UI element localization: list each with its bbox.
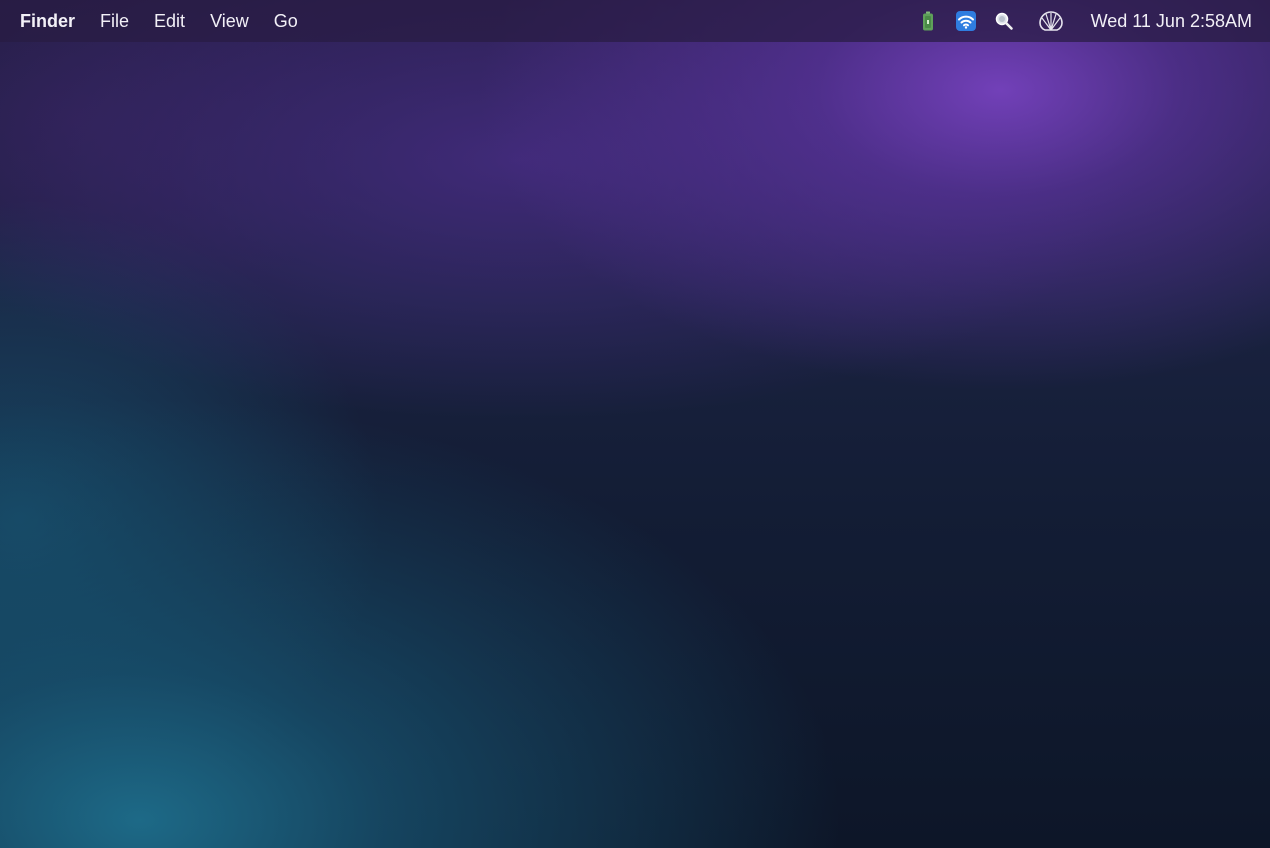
wifi-icon[interactable]: [955, 0, 976, 42]
shell-icon[interactable]: [1038, 0, 1064, 42]
menu-go[interactable]: Go: [274, 0, 298, 42]
menu-view[interactable]: View: [210, 0, 249, 42]
menu-bar-status-area: Wed 11 Jun 2:58AM: [922, 0, 1252, 42]
menu-edit[interactable]: Edit: [154, 0, 185, 42]
menu-bar: Finder File Edit View Go Wed 11 Jun 2:58…: [0, 0, 1270, 42]
app-menu-finder[interactable]: Finder: [20, 0, 75, 42]
battery-icon[interactable]: [922, 0, 934, 42]
menu-file[interactable]: File: [100, 0, 129, 42]
menu-bar-clock[interactable]: Wed 11 Jun 2:58AM: [1091, 11, 1252, 32]
desktop-background: [0, 0, 1270, 848]
search-icon[interactable]: [994, 0, 1014, 42]
menu-bar-left: Finder File Edit View Go: [0, 0, 323, 42]
